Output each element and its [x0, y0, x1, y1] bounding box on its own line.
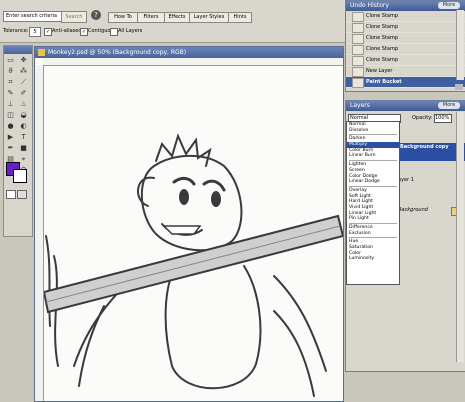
quick-mask-icon[interactable] [17, 190, 27, 199]
blend-mode-separator [349, 185, 397, 187]
contiguous-checkbox[interactable]: ✓ [80, 28, 88, 36]
magic-wand-icon[interactable]: ⁂ [18, 66, 29, 76]
pen-tool-icon[interactable]: ✒ [5, 143, 16, 153]
slice-tool-icon[interactable]: ⟋ [18, 77, 29, 87]
document-window: Monkey2.psd @ 50% (Background copy, RGB) [34, 46, 344, 402]
all-layers-checkbox[interactable] [110, 28, 118, 36]
pencil-tool-icon[interactable]: ✐ [18, 88, 29, 98]
document-title-bar: Monkey2.psd @ 50% (Background copy, RGB) [35, 47, 343, 58]
layers-scrollbar[interactable] [456, 112, 464, 362]
tolerance-input[interactable]: 5 [29, 27, 41, 37]
standard-mode-icon[interactable] [6, 190, 16, 199]
stamp-icon [352, 56, 364, 66]
tab-how-to[interactable]: How To [108, 12, 138, 23]
move-tool-icon[interactable]: ✥ [18, 55, 29, 65]
shape-tool-icon[interactable]: ■ [18, 143, 29, 153]
layer-row-background[interactable]: Background [398, 207, 428, 213]
paint-bucket-icon [352, 78, 364, 88]
history-item-selected[interactable]: Paint Bucket [346, 77, 465, 88]
ruler-horizontal [43, 58, 343, 66]
undo-history-title: Undo History [350, 2, 389, 9]
marquee-tool-icon[interactable]: ▭ [5, 55, 16, 65]
history-trash-icon[interactable] [455, 84, 463, 90]
blend-mode-separator [349, 160, 397, 162]
blend-mode-option[interactable]: Exclusion [347, 231, 399, 237]
blend-mode-separator [349, 223, 397, 224]
anti-aliased-checkbox[interactable]: ✓ [44, 28, 52, 36]
type-tool-icon[interactable]: T [18, 132, 29, 142]
layers-more-button[interactable]: More [438, 102, 460, 109]
tolerance-label: Tolerance: [3, 28, 29, 34]
tab-filters[interactable]: Filters [137, 12, 165, 23]
dodge-tool-icon[interactable]: ◐ [18, 121, 29, 131]
history-scrollbar[interactable] [456, 10, 464, 80]
monkey-sketch-image [44, 133, 343, 397]
blend-mode-dropdown[interactable]: Normal Dissolve Darken Multiply Color Burn Li… [346, 121, 400, 285]
history-item[interactable]: Clone Stamp [346, 44, 465, 55]
stamp-icon [352, 23, 364, 33]
blend-mode-groups: Normal Dissolve Darken Multiply Color Burn Li… [347, 122, 399, 262]
search-button[interactable]: Search [61, 11, 87, 23]
background-color-swatch[interactable] [13, 169, 27, 183]
blur-tool-icon[interactable]: ● [5, 121, 16, 131]
search-input[interactable]: Enter search criteria [3, 11, 63, 22]
stamp-icon [352, 45, 364, 55]
tab-hints[interactable]: Hints [228, 12, 252, 23]
new-layer-icon [352, 67, 364, 77]
stamp-tool-icon[interactable]: ⊥ [5, 99, 16, 109]
all-layers-label: All Layers [118, 28, 143, 34]
blend-mode-option[interactable]: Dissolve [347, 128, 399, 134]
ruler-vertical [35, 65, 44, 401]
stamp-icon [352, 12, 364, 22]
left-eye [179, 189, 189, 205]
toolbox: ▭ ✥ ϑ ⁂ ⌗ ⟋ ✎ ✐ ⊥ ♨ ◫ ◒ ● ◐ ▶ T ✒ ■ ▤ ⌖ … [3, 45, 33, 237]
undo-history-palette: Undo History More Clone Stamp Clone Stam… [345, 0, 465, 92]
layers-title: Layers [350, 102, 370, 109]
blend-mode-option[interactable]: Luminosity [347, 256, 399, 262]
document-title: Monkey2.psd @ 50% (Background copy, RGB) [48, 49, 187, 56]
stamp-icon [352, 34, 364, 44]
opacity-label: Opacity: [412, 115, 433, 121]
paint-bucket-icon[interactable]: ◒ [18, 110, 29, 120]
history-item[interactable]: Clone Stamp [346, 11, 465, 22]
tab-layer-styles[interactable]: Layer Styles [189, 12, 229, 23]
layer-row-background-copy[interactable]: Background copy [398, 143, 465, 161]
anti-aliased-label: Anti-aliased [52, 28, 82, 34]
undo-history-header: Undo History More [346, 1, 465, 11]
eraser-tool-icon[interactable]: ◫ [5, 110, 16, 120]
options-bar: Enter search criteria Search ? How To Fi… [0, 0, 345, 43]
lasso-tool-icon[interactable]: ϑ [5, 66, 16, 76]
blend-mode-option[interactable]: Linear Burn [347, 153, 399, 159]
history-brush-icon[interactable]: ♨ [18, 99, 29, 109]
layers-header: Layers More [346, 101, 465, 111]
history-item[interactable]: Clone Stamp [346, 22, 465, 33]
history-more-button[interactable]: More [438, 2, 460, 9]
blend-mode-option[interactable]: Linear Dodge [347, 179, 399, 185]
brush-tool-icon[interactable]: ✎ [5, 88, 16, 98]
help-icon[interactable]: ? [91, 10, 101, 20]
right-eye [211, 191, 221, 207]
history-item[interactable]: Clone Stamp [346, 55, 465, 66]
blend-mode-option[interactable]: Pin Light [347, 216, 399, 222]
path-select-icon[interactable]: ▶ [5, 132, 16, 142]
layer-row-layer-1[interactable]: ayer 1 [398, 177, 414, 183]
tab-effects[interactable]: Effects [164, 12, 190, 23]
crop-tool-icon[interactable]: ⌗ [5, 77, 16, 87]
history-item[interactable]: Clone Stamp [346, 33, 465, 44]
history-item[interactable]: New Layer [346, 66, 465, 77]
toolbox-header [4, 46, 32, 54]
opacity-input[interactable]: 100% [434, 114, 452, 123]
document-icon [38, 49, 45, 56]
image-canvas[interactable] [44, 66, 343, 401]
